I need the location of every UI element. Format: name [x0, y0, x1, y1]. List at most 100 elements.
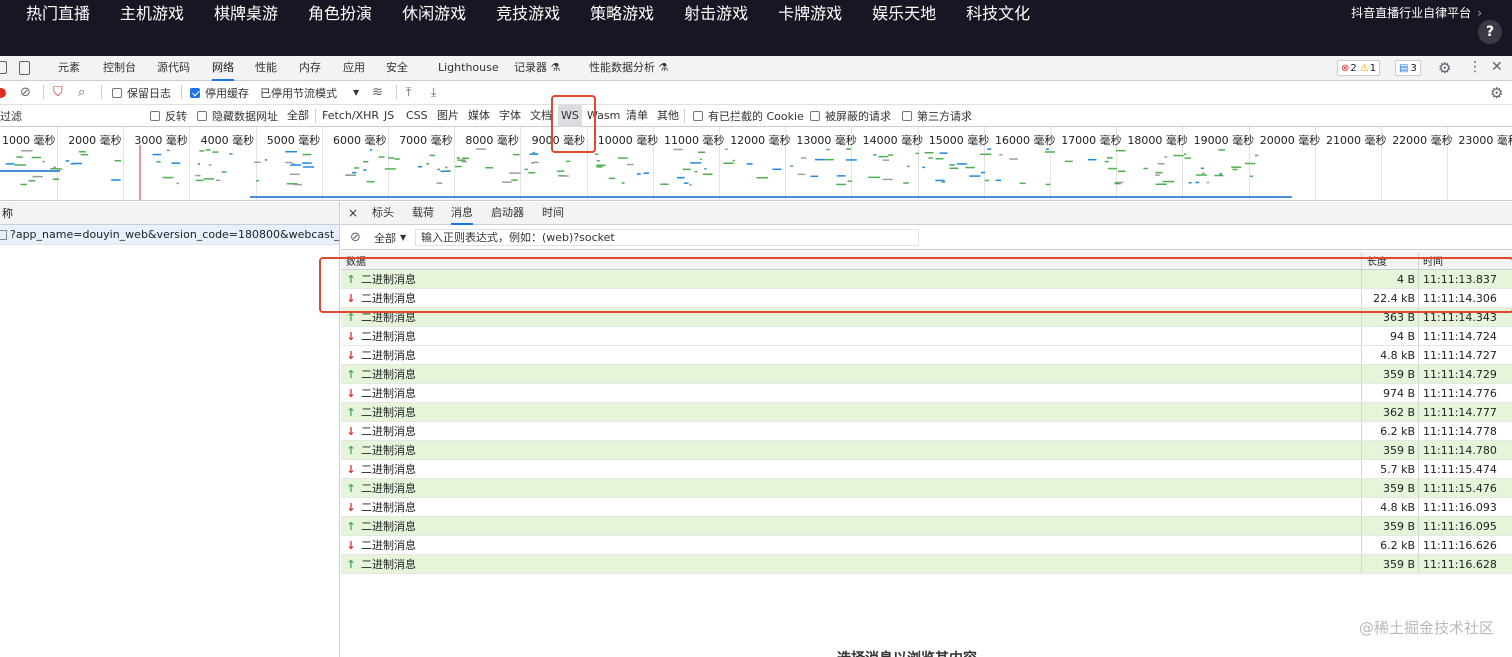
message-length-cell: 362 B	[1361, 403, 1418, 421]
name-column-header[interactable]: 称	[0, 202, 339, 225]
filter-toolbar: 过滤 反转 隐藏数据网址 全部 Fetch/XHR JS CSS 图片 媒体 字体 文档 WS W…	[0, 105, 1512, 127]
data-column-header[interactable]: 数据	[346, 252, 366, 269]
request-row[interactable]: ?app_name=douyin_web&version_code=180800…	[0, 225, 339, 245]
chevron-right-icon: ›	[1477, 6, 1482, 20]
resource-type-filter-1[interactable]: Fetch/XHR	[322, 105, 379, 127]
nav-category-4[interactable]: 休闲游戏	[402, 0, 466, 24]
devtools-tab-0[interactable]: 元素	[58, 56, 80, 81]
devtools-tab-7[interactable]: 安全	[386, 56, 408, 81]
network-overview-timeline[interactable]: 1000 毫秒 2000 毫秒 3000 毫秒 4000 毫秒 5000 毫秒 6000 …	[0, 127, 1512, 201]
nav-category-6[interactable]: 策略游戏	[590, 0, 654, 24]
more-options-icon[interactable]: ⋮	[1468, 59, 1482, 75]
preserve-log-checkbox[interactable]: 保留日志	[112, 81, 171, 104]
close-devtools-icon[interactable]: ✕	[1491, 59, 1503, 75]
resource-type-filter-8[interactable]: WS	[558, 105, 582, 127]
clear-messages-icon[interactable]: ⊘	[350, 226, 361, 249]
throttle-select[interactable]: 已停用节流模式 ▼	[260, 81, 359, 104]
message-row[interactable]: ↓ 二进制消息 4.8 kB 11:11:16.093	[341, 498, 1512, 517]
length-column-header[interactable]: 长度	[1361, 252, 1418, 269]
devtools-tab-6[interactable]: 应用	[343, 56, 365, 81]
blocked-requests-checkbox[interactable]: 被屏蔽的请求	[810, 105, 891, 126]
message-row[interactable]: ↓ 二进制消息 4.8 kB 11:11:14.727	[341, 346, 1512, 365]
detail-tab-4[interactable]: 时间	[542, 202, 564, 225]
nav-category-3[interactable]: 角色扮演	[308, 0, 372, 24]
message-row[interactable]: ↓ 二进制消息 22.4 kB 11:11:14.306	[341, 289, 1512, 308]
import-har-icon[interactable]: ⤒	[406, 81, 411, 104]
nav-category-1[interactable]: 主机游戏	[120, 0, 184, 24]
message-time-cell: 11:11:15.476	[1418, 479, 1512, 497]
resource-type-filter-0[interactable]: 全部	[287, 105, 309, 127]
message-data-cell: ↓ 二进制消息	[346, 460, 416, 478]
clear-icon[interactable]: ⊘	[20, 81, 31, 104]
message-row[interactable]: ↑ 二进制消息 359 B 11:11:14.729	[341, 365, 1512, 384]
nav-category-8[interactable]: 卡牌游戏	[778, 0, 842, 24]
resource-type-filter-2[interactable]: JS	[384, 105, 394, 127]
message-row[interactable]: ↑ 二进制消息 359 B 11:11:16.095	[341, 517, 1512, 536]
message-length-cell: 4.8 kB	[1361, 346, 1418, 364]
devtools-tab-5[interactable]: 内存	[299, 56, 321, 81]
time-column-header[interactable]: 时间	[1418, 252, 1512, 269]
message-row[interactable]: ↓ 二进制消息 6.2 kB 11:11:16.626	[341, 536, 1512, 555]
help-icon[interactable]: ?	[1478, 20, 1502, 44]
detail-tab-0[interactable]: 标头	[372, 202, 394, 225]
detail-tab-2[interactable]: 消息	[451, 202, 473, 225]
devtools-tab-9[interactable]: 记录器 ⚗	[514, 56, 560, 81]
message-row[interactable]: ↓ 二进制消息 94 B 11:11:14.724	[341, 327, 1512, 346]
request-detail-pane: × 标头 载荷 消息 启动器 时间 ⊘ 全部 ▼ 输入正则表达式，例如：(web)?soc…	[341, 202, 1512, 657]
resource-type-filter-7[interactable]: 文档	[530, 105, 552, 127]
hide-data-urls-checkbox[interactable]: 隐藏数据网址	[197, 105, 278, 126]
messages-table: 数据 长度 时间 ↑ 二进制消息 4 B 11:11:13.837 ↓ 二进制消息 22.4…	[341, 252, 1512, 574]
message-type-select[interactable]: 全部 ▼	[374, 226, 406, 249]
filter-icon[interactable]: ⛉	[53, 81, 63, 104]
industry-self-discipline-link[interactable]: 抖音直播行业自律平台 ›	[1351, 4, 1482, 21]
nav-category-2[interactable]: 棋牌桌游	[214, 0, 278, 24]
nav-category-9[interactable]: 娱乐天地	[872, 0, 936, 24]
message-row[interactable]: ↑ 二进制消息 359 B 11:11:15.476	[341, 479, 1512, 498]
search-icon[interactable]: ⌕	[78, 81, 85, 104]
message-row[interactable]: ↓ 二进制消息 6.2 kB 11:11:14.778	[341, 422, 1512, 441]
devtools-tab-1[interactable]: 控制台	[103, 56, 136, 81]
detail-tab-1[interactable]: 载荷	[412, 202, 434, 225]
detail-tab-3[interactable]: 启动器	[491, 202, 524, 225]
nav-category-7[interactable]: 射击游戏	[684, 0, 748, 24]
devtools-tab-8[interactable]: Lighthouse	[438, 56, 499, 81]
device-toolbar-icon[interactable]	[19, 61, 30, 75]
export-har-icon[interactable]: ⤓	[431, 81, 436, 104]
nav-category-0[interactable]: 热门直播	[26, 0, 90, 24]
close-detail-icon[interactable]: ×	[348, 202, 358, 225]
message-row[interactable]: ↓ 二进制消息 5.7 kB 11:11:15.474	[341, 460, 1512, 479]
devtools-tab-10[interactable]: 性能数据分析 ⚗	[589, 56, 668, 81]
invert-checkbox[interactable]: 反转	[150, 105, 187, 126]
message-row[interactable]: ↑ 二进制消息 359 B 11:11:14.780	[341, 441, 1512, 460]
message-row[interactable]: ↑ 二进制消息 4 B 11:11:13.837	[341, 270, 1512, 289]
resource-type-filter-10[interactable]: 清单	[626, 105, 648, 127]
message-row[interactable]: ↑ 二进制消息 363 B 11:11:14.343	[341, 308, 1512, 327]
devtools-tab-2[interactable]: 源代码	[157, 56, 190, 81]
resource-type-filter-3[interactable]: CSS	[406, 105, 428, 127]
filter-input[interactable]: 过滤	[0, 105, 138, 126]
nav-category-10[interactable]: 科技文化	[966, 0, 1030, 24]
devtools-tab-3[interactable]: 网络	[212, 56, 234, 81]
inspect-element-icon[interactable]	[0, 61, 7, 74]
issues-badge[interactable]: ⊗ 2 ⚠ 1	[1337, 60, 1381, 76]
message-row[interactable]: ↓ 二进制消息 974 B 11:11:14.776	[341, 384, 1512, 403]
resource-type-filter-4[interactable]: 图片	[437, 105, 459, 127]
disable-cache-checkbox[interactable]: 停用缓存	[190, 81, 249, 104]
network-conditions-icon[interactable]: ≋	[372, 81, 383, 104]
nav-category-5[interactable]: 竞技游戏	[496, 0, 560, 24]
message-row[interactable]: ↑ 二进制消息 362 B 11:11:14.777	[341, 403, 1512, 422]
third-party-checkbox[interactable]: 第三方请求	[902, 105, 972, 126]
resource-type-filter-11[interactable]: 其他	[657, 105, 679, 127]
message-regex-filter-input[interactable]: 输入正则表达式，例如：(web)?socket	[415, 229, 919, 246]
resource-type-filter-6[interactable]: 字体	[499, 105, 521, 127]
message-data-text: 二进制消息	[361, 425, 416, 438]
settings-gear-icon[interactable]: ⚙	[1438, 59, 1451, 77]
resource-type-filter-9[interactable]: Wasm	[587, 105, 620, 127]
messages-badge[interactable]: ▤ 3	[1395, 60, 1421, 76]
resource-type-filter-5[interactable]: 媒体	[468, 105, 490, 127]
network-settings-icon[interactable]: ⚙	[1490, 84, 1503, 102]
record-icon[interactable]	[0, 81, 6, 104]
blocked-cookies-checkbox[interactable]: 有已拦截的 Cookie	[693, 105, 804, 126]
message-row[interactable]: ↑ 二进制消息 359 B 11:11:16.628	[341, 555, 1512, 574]
devtools-tab-4[interactable]: 性能	[255, 56, 277, 81]
